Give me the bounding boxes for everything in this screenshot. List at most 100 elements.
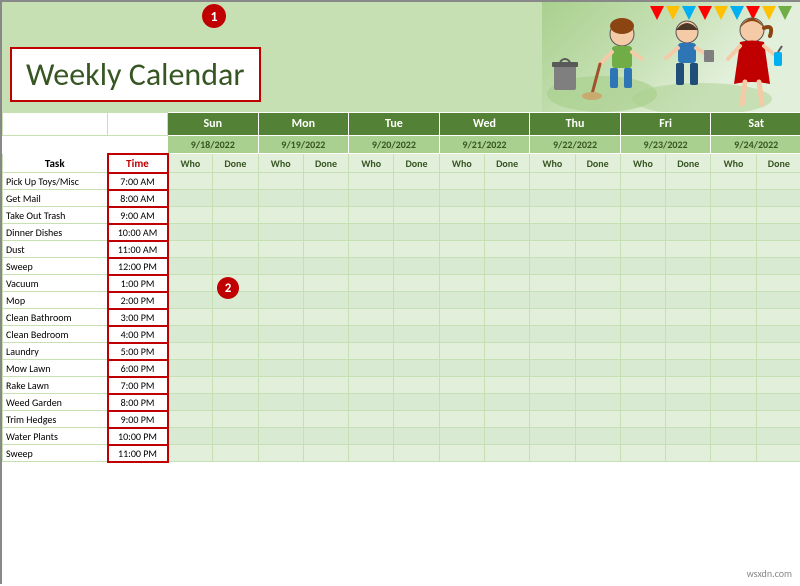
day-cell[interactable]	[756, 207, 800, 224]
day-cell[interactable]	[258, 241, 303, 258]
day-cell[interactable]	[575, 428, 620, 445]
day-cell[interactable]	[620, 326, 665, 343]
day-cell[interactable]	[620, 411, 665, 428]
day-cell[interactable]	[349, 292, 394, 309]
day-cell[interactable]	[258, 207, 303, 224]
day-cell[interactable]	[666, 309, 711, 326]
day-cell[interactable]	[575, 190, 620, 207]
day-cell[interactable]	[213, 343, 258, 360]
day-cell[interactable]	[258, 190, 303, 207]
day-cell[interactable]	[530, 377, 575, 394]
day-cell[interactable]	[258, 377, 303, 394]
day-cell[interactable]	[620, 224, 665, 241]
day-cell[interactable]	[666, 173, 711, 190]
day-cell[interactable]	[620, 292, 665, 309]
day-cell[interactable]	[530, 258, 575, 275]
day-cell[interactable]	[258, 275, 303, 292]
day-cell[interactable]	[213, 377, 258, 394]
day-cell[interactable]	[258, 173, 303, 190]
day-cell[interactable]	[711, 445, 756, 462]
day-cell[interactable]	[484, 343, 529, 360]
day-cell[interactable]	[666, 241, 711, 258]
day-cell[interactable]	[575, 258, 620, 275]
day-cell[interactable]	[349, 309, 394, 326]
day-cell[interactable]	[711, 275, 756, 292]
day-cell[interactable]	[711, 428, 756, 445]
day-cell[interactable]	[394, 224, 439, 241]
day-cell[interactable]	[439, 258, 484, 275]
day-cell[interactable]	[439, 428, 484, 445]
day-cell[interactable]	[168, 173, 213, 190]
day-cell[interactable]	[349, 275, 394, 292]
day-cell[interactable]	[666, 343, 711, 360]
day-cell[interactable]	[258, 309, 303, 326]
day-cell[interactable]	[575, 411, 620, 428]
day-cell[interactable]	[213, 445, 258, 462]
day-cell[interactable]	[213, 190, 258, 207]
day-cell[interactable]	[168, 343, 213, 360]
day-cell[interactable]	[484, 411, 529, 428]
day-cell[interactable]	[756, 224, 800, 241]
day-cell[interactable]	[349, 326, 394, 343]
day-cell[interactable]	[213, 326, 258, 343]
day-cell[interactable]	[213, 360, 258, 377]
day-cell[interactable]	[711, 190, 756, 207]
day-cell[interactable]	[258, 343, 303, 360]
day-cell[interactable]	[530, 360, 575, 377]
day-cell[interactable]	[439, 173, 484, 190]
day-cell[interactable]	[575, 207, 620, 224]
day-cell[interactable]	[168, 292, 213, 309]
day-cell[interactable]	[711, 360, 756, 377]
day-cell[interactable]	[575, 360, 620, 377]
day-cell[interactable]	[484, 258, 529, 275]
day-cell[interactable]	[575, 343, 620, 360]
day-cell[interactable]	[303, 360, 348, 377]
day-cell[interactable]	[168, 309, 213, 326]
day-cell[interactable]	[575, 326, 620, 343]
day-cell[interactable]	[349, 411, 394, 428]
day-cell[interactable]	[756, 394, 800, 411]
day-cell[interactable]	[394, 190, 439, 207]
day-cell[interactable]	[258, 394, 303, 411]
day-cell[interactable]	[168, 190, 213, 207]
day-cell[interactable]	[258, 258, 303, 275]
day-cell[interactable]	[666, 190, 711, 207]
day-cell[interactable]	[258, 292, 303, 309]
day-cell[interactable]	[484, 445, 529, 462]
day-cell[interactable]	[620, 428, 665, 445]
day-cell[interactable]	[394, 207, 439, 224]
day-cell[interactable]	[439, 411, 484, 428]
day-cell[interactable]	[756, 190, 800, 207]
day-cell[interactable]	[439, 445, 484, 462]
day-cell[interactable]	[303, 377, 348, 394]
day-cell[interactable]	[349, 224, 394, 241]
day-cell[interactable]	[484, 173, 529, 190]
day-cell[interactable]	[666, 377, 711, 394]
day-cell[interactable]	[575, 394, 620, 411]
day-cell[interactable]	[213, 224, 258, 241]
day-cell[interactable]	[168, 394, 213, 411]
day-cell[interactable]	[349, 360, 394, 377]
day-cell[interactable]	[711, 292, 756, 309]
day-cell[interactable]	[756, 377, 800, 394]
day-cell[interactable]	[484, 292, 529, 309]
day-cell[interactable]	[484, 207, 529, 224]
day-cell[interactable]	[484, 394, 529, 411]
day-cell[interactable]	[575, 377, 620, 394]
day-cell[interactable]	[711, 241, 756, 258]
day-cell[interactable]	[349, 258, 394, 275]
day-cell[interactable]	[349, 343, 394, 360]
day-cell[interactable]	[439, 343, 484, 360]
day-cell[interactable]	[439, 275, 484, 292]
day-cell[interactable]	[756, 360, 800, 377]
day-cell[interactable]	[394, 411, 439, 428]
day-cell[interactable]	[620, 241, 665, 258]
day-cell[interactable]	[439, 241, 484, 258]
day-cell[interactable]	[303, 394, 348, 411]
day-cell[interactable]	[620, 258, 665, 275]
day-cell[interactable]	[303, 326, 348, 343]
day-cell[interactable]	[620, 190, 665, 207]
day-cell[interactable]	[666, 224, 711, 241]
day-cell[interactable]	[303, 343, 348, 360]
day-cell[interactable]	[484, 309, 529, 326]
